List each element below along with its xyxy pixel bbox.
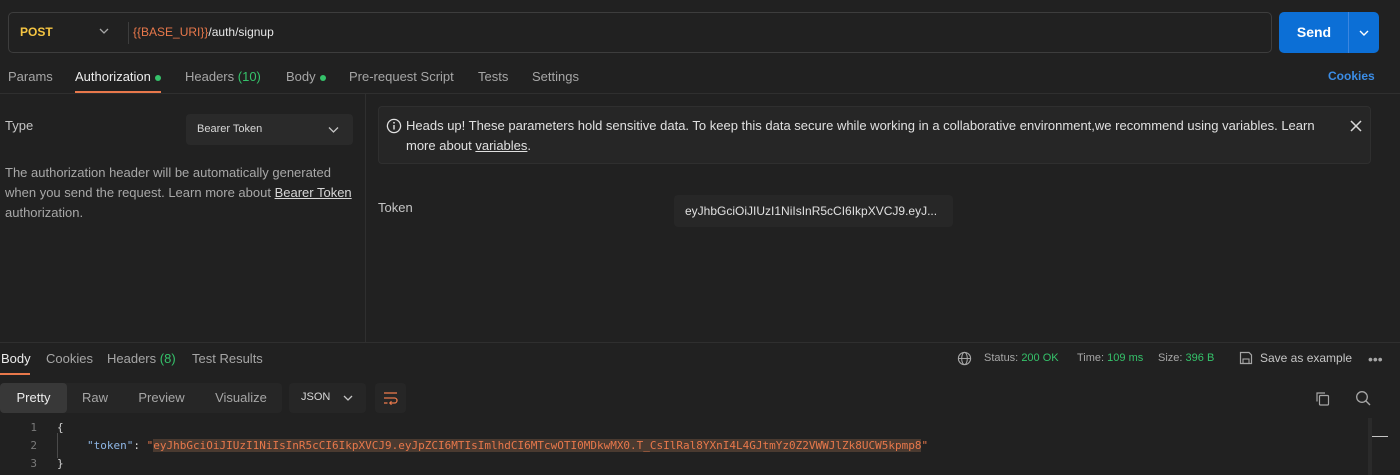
tab-settings[interactable]: Settings <box>532 69 579 84</box>
time-value: 109 ms <box>1107 352 1144 364</box>
url-path: /auth/signup <box>208 25 274 39</box>
status-dot <box>319 74 326 81</box>
response-tab-body[interactable]: Body <box>1 351 31 366</box>
tab-body-label: Body <box>286 69 316 84</box>
copy-icon[interactable] <box>1315 391 1330 406</box>
tab-headers-label: Headers <box>185 69 235 84</box>
save-icon[interactable] <box>1239 351 1253 365</box>
url-divider <box>128 22 129 44</box>
chevron-down-icon[interactable] <box>99 26 109 36</box>
view-raw[interactable]: Raw <box>67 383 123 413</box>
line-number: 3 <box>30 457 37 470</box>
tab-pre-request-script[interactable]: Pre-request Script <box>349 69 454 84</box>
url-variable: {{BASE_URI}} <box>133 25 209 39</box>
info-icon <box>386 118 402 134</box>
method-selector[interactable]: POST <box>20 25 53 39</box>
wrap-lines-icon <box>384 392 398 405</box>
size-label: Size: <box>1158 352 1183 364</box>
auth-type-value: Bearer Token <box>197 123 263 135</box>
tab-authorization[interactable]: Authorization <box>75 69 161 84</box>
line-number: 2 <box>30 439 37 452</box>
json-colon: : <box>133 439 147 452</box>
pane-divider[interactable] <box>365 94 366 342</box>
status-readout[interactable]: Status: 200 OK <box>984 352 1059 364</box>
time-label: Time: <box>1077 352 1105 364</box>
send-button-group[interactable]: Send <box>1279 12 1379 53</box>
scroll-marker <box>1372 436 1388 437</box>
tab-tests[interactable]: Tests <box>478 69 508 84</box>
tab-body[interactable]: Body <box>286 69 326 84</box>
response-tab-cookies[interactable]: Cookies <box>46 351 93 366</box>
size-value: 396 B <box>1185 352 1215 364</box>
active-tab-indicator <box>0 373 30 375</box>
more-icon[interactable]: ••• <box>1368 351 1383 367</box>
auth-description: The authorization header will be automat… <box>5 163 355 223</box>
size-readout[interactable]: Size: 396 B <box>1158 352 1214 364</box>
time-readout[interactable]: Time: 109 ms <box>1077 352 1143 364</box>
chevron-down-icon <box>328 127 339 133</box>
send-button[interactable]: Send <box>1279 12 1349 53</box>
variables-link[interactable]: variables <box>475 138 527 153</box>
url-bar[interactable]: POST {{BASE_URI}}/auth/signup <box>8 12 1272 53</box>
indent-guide <box>57 433 58 458</box>
bearer-token-link[interactable]: Bearer Token <box>275 185 352 200</box>
wrap-lines-button[interactable] <box>375 383 406 413</box>
code-line[interactable]: "token": "eyJhbGciOiJIUzI1NiIsInR5cCI6Ik… <box>87 439 928 452</box>
globe-icon[interactable] <box>957 351 972 366</box>
auth-type-label: Type <box>5 118 34 133</box>
json-token-value: eyJhbGciOiJIUzI1NiIsInR5cCI6IkpXVCJ9.eyJ… <box>153 439 922 452</box>
send-divider <box>1348 12 1349 53</box>
json-key: "token" <box>87 439 134 452</box>
view-mode-tabs: Pretty Raw Preview Visualize <box>0 383 282 413</box>
search-icon[interactable] <box>1355 390 1371 406</box>
response-tab-headers[interactable]: Headers (8) <box>107 351 176 366</box>
divider <box>0 93 1400 94</box>
divider[interactable] <box>0 342 1400 343</box>
format-value: JSON <box>301 391 331 403</box>
close-icon[interactable] <box>1349 119 1363 133</box>
code-close-brace: } <box>57 457 64 470</box>
status-dot <box>154 74 161 81</box>
tab-params[interactable]: Params <box>8 69 53 84</box>
format-select[interactable]: JSON <box>289 383 366 413</box>
response-headers-label: Headers <box>107 351 157 366</box>
json-quote: " <box>921 439 929 452</box>
auth-desc-tail: authorization. <box>5 205 84 220</box>
token-label: Token <box>378 200 413 215</box>
scrollbar[interactable] <box>1368 418 1372 475</box>
token-value: eyJhbGciOiJIUzI1NiIsInR5cCI6IkpXVCJ9.eyJ… <box>685 204 938 218</box>
url-input[interactable]: {{BASE_URI}}/auth/signup <box>133 25 274 39</box>
banner-text: Heads up! These parameters hold sensitiv… <box>406 118 1315 153</box>
token-input[interactable]: eyJhbGciOiJIUzI1NiIsInR5cCI6IkpXVCJ9.eyJ… <box>674 195 953 227</box>
cookies-link[interactable]: Cookies <box>1328 69 1375 83</box>
banner-text-tail: . <box>527 138 532 153</box>
view-visualize[interactable]: Visualize <box>200 383 282 413</box>
chevron-down-icon <box>343 395 353 401</box>
info-banner: Heads up! These parameters hold sensitiv… <box>378 106 1371 164</box>
headers-count: (10) <box>237 69 261 84</box>
auth-type-select[interactable]: Bearer Token <box>186 114 353 145</box>
response-tab-test-results[interactable]: Test Results <box>192 351 263 366</box>
view-pretty[interactable]: Pretty <box>0 383 67 413</box>
chevron-down-icon[interactable] <box>1358 27 1370 39</box>
view-preview[interactable]: Preview <box>123 383 200 413</box>
line-number: 1 <box>30 421 37 434</box>
tab-authorization-label: Authorization <box>75 69 151 84</box>
status-label: Status: <box>984 352 1019 364</box>
status-value: 200 OK <box>1021 352 1059 364</box>
save-as-example-button[interactable]: Save as example <box>1260 351 1352 365</box>
banner-message: Heads up! These parameters hold sensitiv… <box>406 116 1346 156</box>
response-headers-count: (8) <box>159 351 176 366</box>
tab-headers[interactable]: Headers (10) <box>185 69 261 84</box>
